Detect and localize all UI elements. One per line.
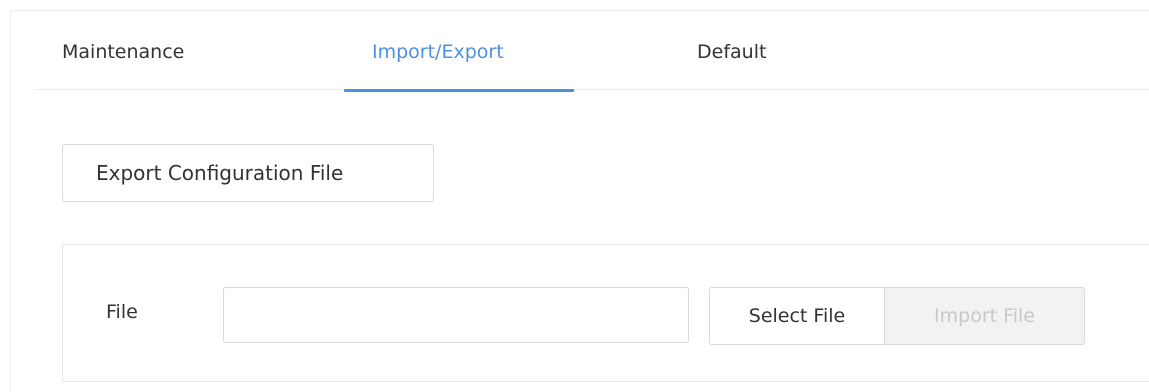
export-configuration-file-button[interactable]: Export Configuration File xyxy=(62,144,434,202)
tab-import-export[interactable]: Import/Export xyxy=(344,40,574,92)
active-tab-underline xyxy=(344,89,574,92)
tab-maintenance[interactable]: Maintenance xyxy=(62,40,184,90)
import-export-page: Maintenance Import/Export Default Export… xyxy=(0,0,1149,392)
tab-import-export-label: Import/Export xyxy=(372,41,504,63)
tab-bar: Maintenance Import/Export Default xyxy=(34,20,1149,92)
file-path-input[interactable] xyxy=(223,287,689,343)
tab-maintenance-label: Maintenance xyxy=(62,41,185,63)
tab-default-label: Default xyxy=(697,41,767,63)
select-file-button[interactable]: Select File xyxy=(709,287,885,345)
import-file-button[interactable]: Import File xyxy=(884,287,1085,345)
tab-default[interactable]: Default xyxy=(697,40,766,90)
import-file-section: File Select File Import File xyxy=(62,244,1149,382)
file-label: File xyxy=(106,301,138,323)
